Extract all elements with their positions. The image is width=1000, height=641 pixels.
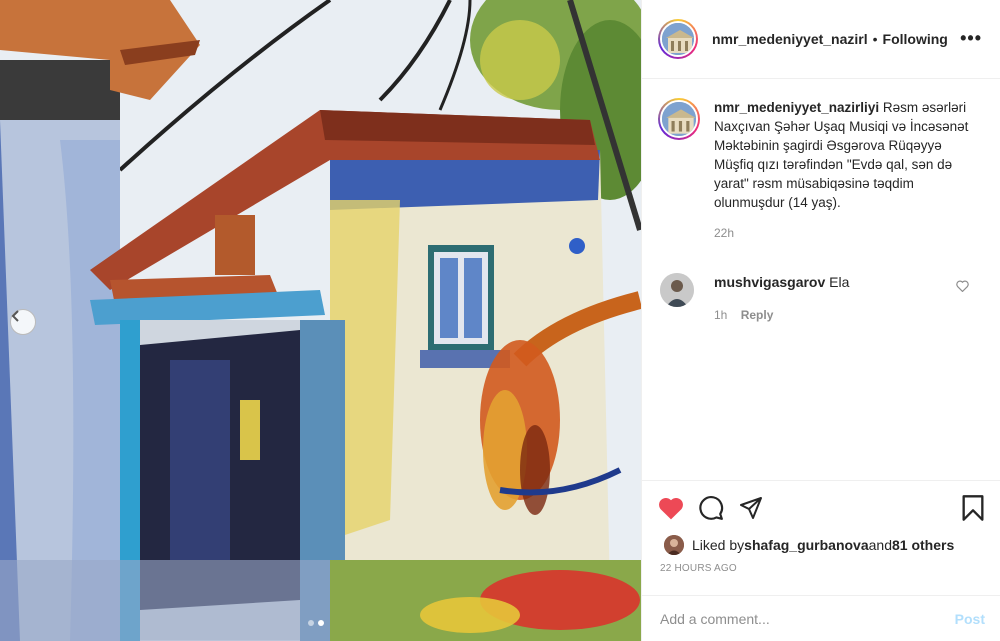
- likes-prefix: Liked by: [692, 537, 745, 553]
- post-side-panel: nmr_medeniyyet_nazirl • Following ••• nm…: [641, 0, 1000, 641]
- bookmark-icon: [962, 495, 984, 521]
- add-comment-bar: Post: [642, 595, 1000, 641]
- carousel-indicator: [308, 620, 324, 626]
- following-button[interactable]: Following: [883, 31, 948, 47]
- caption-age[interactable]: 22h: [714, 224, 972, 243]
- comment-button[interactable]: [698, 495, 724, 521]
- save-button[interactable]: [961, 494, 985, 522]
- likes-summary: Liked by shafag_gurbanova and 81 others: [642, 525, 1000, 555]
- author-avatar[interactable]: [658, 19, 698, 59]
- header-separator: •: [872, 31, 878, 47]
- comment-item: mushvigasgarov Ela 1h Reply: [642, 257, 1000, 324]
- post-actions: Liked by shafag_gurbanova and 81 others …: [642, 480, 1000, 641]
- like-button[interactable]: [658, 496, 684, 520]
- caption-author-avatar[interactable]: [658, 98, 700, 140]
- caption-text: Rəsm əsərləri Naxçıvan Şəhər Uşaq Musiqi…: [714, 100, 969, 210]
- author-username[interactable]: nmr_medeniyyet_nazirl: [712, 31, 868, 47]
- post-image[interactable]: [0, 0, 641, 641]
- chevron-left-icon: [11, 310, 19, 322]
- comment-text: Ela: [825, 274, 850, 290]
- more-horizontal-icon[interactable]: •••: [960, 29, 982, 47]
- post-timestamp[interactable]: 22 HOURS AGO: [642, 555, 1000, 574]
- watercolor-house-painting: [0, 0, 641, 641]
- building-avatar-icon: [662, 23, 694, 55]
- post-caption: nmr_medeniyyet_nazirliyi Rəsm əsərləri N…: [642, 80, 1000, 243]
- comment-bubble-icon: [699, 496, 724, 520]
- carousel-dot-active: [318, 620, 324, 626]
- person-avatar-icon: [660, 273, 694, 307]
- post-comment-button[interactable]: Post: [955, 611, 985, 627]
- heart-filled-icon: [659, 497, 683, 520]
- comment-username[interactable]: mushvigasgarov: [714, 274, 825, 290]
- caption-username[interactable]: nmr_medeniyyet_nazirliyi: [714, 100, 879, 115]
- person-avatar-icon: [664, 535, 684, 555]
- liker-avatar[interactable]: [664, 535, 684, 555]
- share-button[interactable]: [738, 496, 764, 520]
- paper-plane-icon: [740, 497, 762, 519]
- building-avatar-icon: [662, 102, 696, 136]
- comment-input[interactable]: [660, 611, 955, 627]
- commenter-avatar[interactable]: [660, 273, 694, 307]
- reply-button[interactable]: Reply: [741, 308, 774, 322]
- carousel-prev-button[interactable]: [10, 309, 36, 335]
- post-header: nmr_medeniyyet_nazirl • Following •••: [642, 0, 1000, 79]
- carousel-dot: [308, 620, 314, 626]
- likes-middle: and: [868, 537, 892, 553]
- heart-outline-icon[interactable]: [956, 280, 969, 292]
- comments-list[interactable]: nmr_medeniyyet_nazirliyi Rəsm əsərləri N…: [642, 80, 1000, 480]
- likes-others[interactable]: 81 others: [892, 537, 954, 553]
- liker-username[interactable]: shafag_gurbanova: [744, 537, 868, 553]
- comment-age[interactable]: 1h: [714, 308, 727, 322]
